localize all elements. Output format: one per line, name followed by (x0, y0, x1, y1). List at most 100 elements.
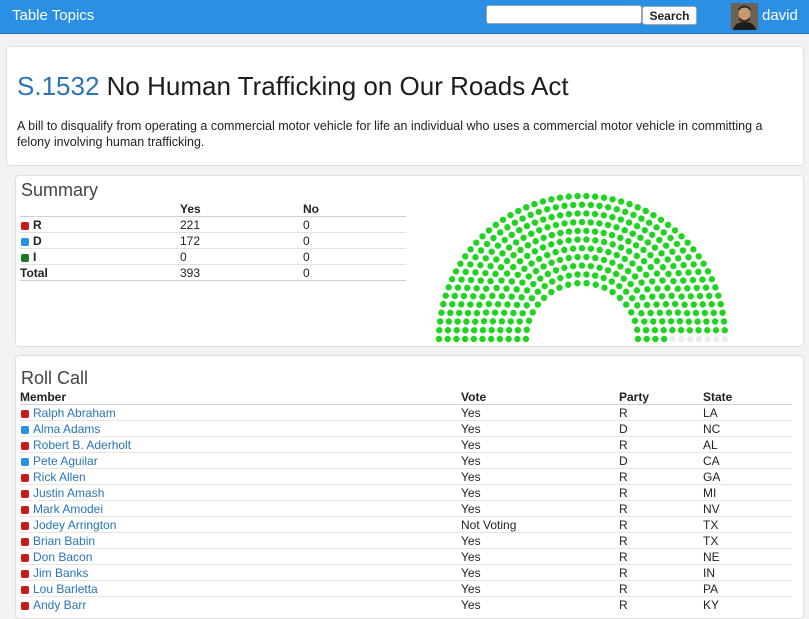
avatar[interactable] (731, 3, 758, 30)
seat-dot (519, 215, 526, 222)
bill-panel: S.1532 No Human Trafficking on Our Roads… (6, 46, 804, 166)
seat-dot (565, 272, 573, 279)
seat-dot (600, 194, 608, 201)
seat-dot (629, 230, 636, 237)
member-link[interactable]: Don Bacon (33, 550, 92, 564)
seat-dot (617, 263, 624, 270)
seat-dot (540, 234, 547, 242)
seat-dot (674, 309, 682, 316)
seat-dot (620, 275, 627, 282)
vote-cell: Yes (461, 468, 619, 485)
seat-dot (578, 262, 586, 269)
party-cell: R (619, 548, 703, 565)
user-name[interactable]: david (762, 7, 798, 24)
seat-dot (497, 264, 505, 271)
seat-dot (643, 301, 651, 309)
member-link[interactable]: Rick Allen (33, 470, 86, 484)
seat-dot (470, 335, 477, 343)
party-color-icon (21, 505, 29, 514)
seat-dot (689, 276, 697, 284)
seat-dot (569, 245, 577, 252)
seat-dot (487, 262, 494, 270)
seat-dot (531, 219, 539, 226)
seat-dot (469, 293, 477, 300)
seat-dot (438, 309, 445, 316)
seat-dot (653, 301, 660, 308)
seat-dot (479, 233, 486, 240)
state-cell: MI (703, 484, 792, 501)
seat-dot (561, 264, 568, 271)
member-cell: Don Bacon (20, 548, 461, 565)
seat-dot (494, 301, 502, 308)
party-color-icon (21, 441, 29, 450)
member-link[interactable]: Andy Barr (33, 598, 86, 612)
roll-call-table: Member Vote Party State Ralph Abraham Yes… (20, 390, 792, 612)
member-link[interactable]: Jodey Arrington (33, 518, 116, 532)
seat-dot (544, 251, 551, 259)
seat-dot (569, 262, 577, 270)
seat-dot (516, 318, 523, 325)
bill-number-link[interactable]: S.1532 (17, 71, 99, 101)
seat-dot (503, 285, 510, 292)
seat-dot (570, 201, 577, 209)
seat-dot (531, 248, 539, 255)
seat-dot (644, 239, 652, 246)
seat-dot (472, 318, 479, 325)
seat-dot (548, 259, 555, 266)
seat-dot (482, 255, 489, 262)
seat-dot (508, 278, 516, 285)
seat-dot (658, 250, 665, 257)
search-input[interactable] (486, 5, 642, 24)
party-cell: R (619, 564, 703, 581)
seat-dot (463, 318, 470, 325)
member-link[interactable]: Alma Adams (33, 422, 100, 436)
seat-dot (612, 270, 620, 278)
seat-dot (677, 326, 685, 334)
seat-dot (552, 248, 559, 256)
member-link[interactable]: Pete Aguilar (33, 454, 98, 468)
no-count: 0 (303, 232, 406, 249)
vote-cell: Yes (461, 500, 619, 517)
seat-dot (658, 293, 666, 300)
seat-dot (587, 245, 595, 252)
seat-dot (517, 246, 524, 254)
member-link[interactable]: Lou Barletta (33, 582, 98, 596)
seat-dot (532, 267, 540, 275)
seat-dot (613, 224, 620, 231)
seat-dot (483, 240, 491, 248)
seat-dot (659, 277, 666, 284)
seat-dot (548, 196, 555, 203)
member-link[interactable]: Robert B. Aderholt (33, 438, 131, 452)
seat-dot (458, 276, 465, 283)
member-link[interactable]: Brian Babin (33, 534, 95, 548)
seat-dot (472, 269, 479, 276)
vote-hemicycle-chart (435, 192, 729, 343)
state-cell: CA (703, 452, 792, 469)
seat-dot (712, 284, 719, 291)
seat-dot (436, 318, 444, 325)
member-link[interactable]: Jim Banks (33, 566, 88, 580)
table-row: Jim Banks Yes R IN (20, 564, 792, 581)
seat-dot (442, 292, 449, 299)
member-link[interactable]: Justin Amash (33, 486, 104, 500)
member-link[interactable]: Ralph Abraham (33, 406, 116, 420)
seat-dot (583, 210, 590, 217)
seat-dot (539, 216, 547, 223)
search-button[interactable]: Search (642, 6, 697, 25)
seat-dot (454, 284, 462, 291)
seat-dot (536, 255, 543, 263)
seat-dot (683, 309, 691, 317)
app-title[interactable]: Table Topics (12, 7, 94, 24)
seat-dot (710, 309, 717, 316)
seat-dot (501, 309, 508, 316)
seat-dot (528, 294, 536, 302)
member-cell: Mark Amodei (20, 500, 461, 517)
seat-dot (596, 202, 603, 210)
seat-dot (670, 277, 677, 285)
seat-dot (510, 309, 517, 317)
member-link[interactable]: Mark Amodei (33, 502, 103, 516)
seat-dot (480, 318, 488, 325)
member-cell: Ralph Abraham (20, 404, 461, 421)
seat-dot (653, 224, 660, 231)
seat-dot (436, 327, 443, 334)
